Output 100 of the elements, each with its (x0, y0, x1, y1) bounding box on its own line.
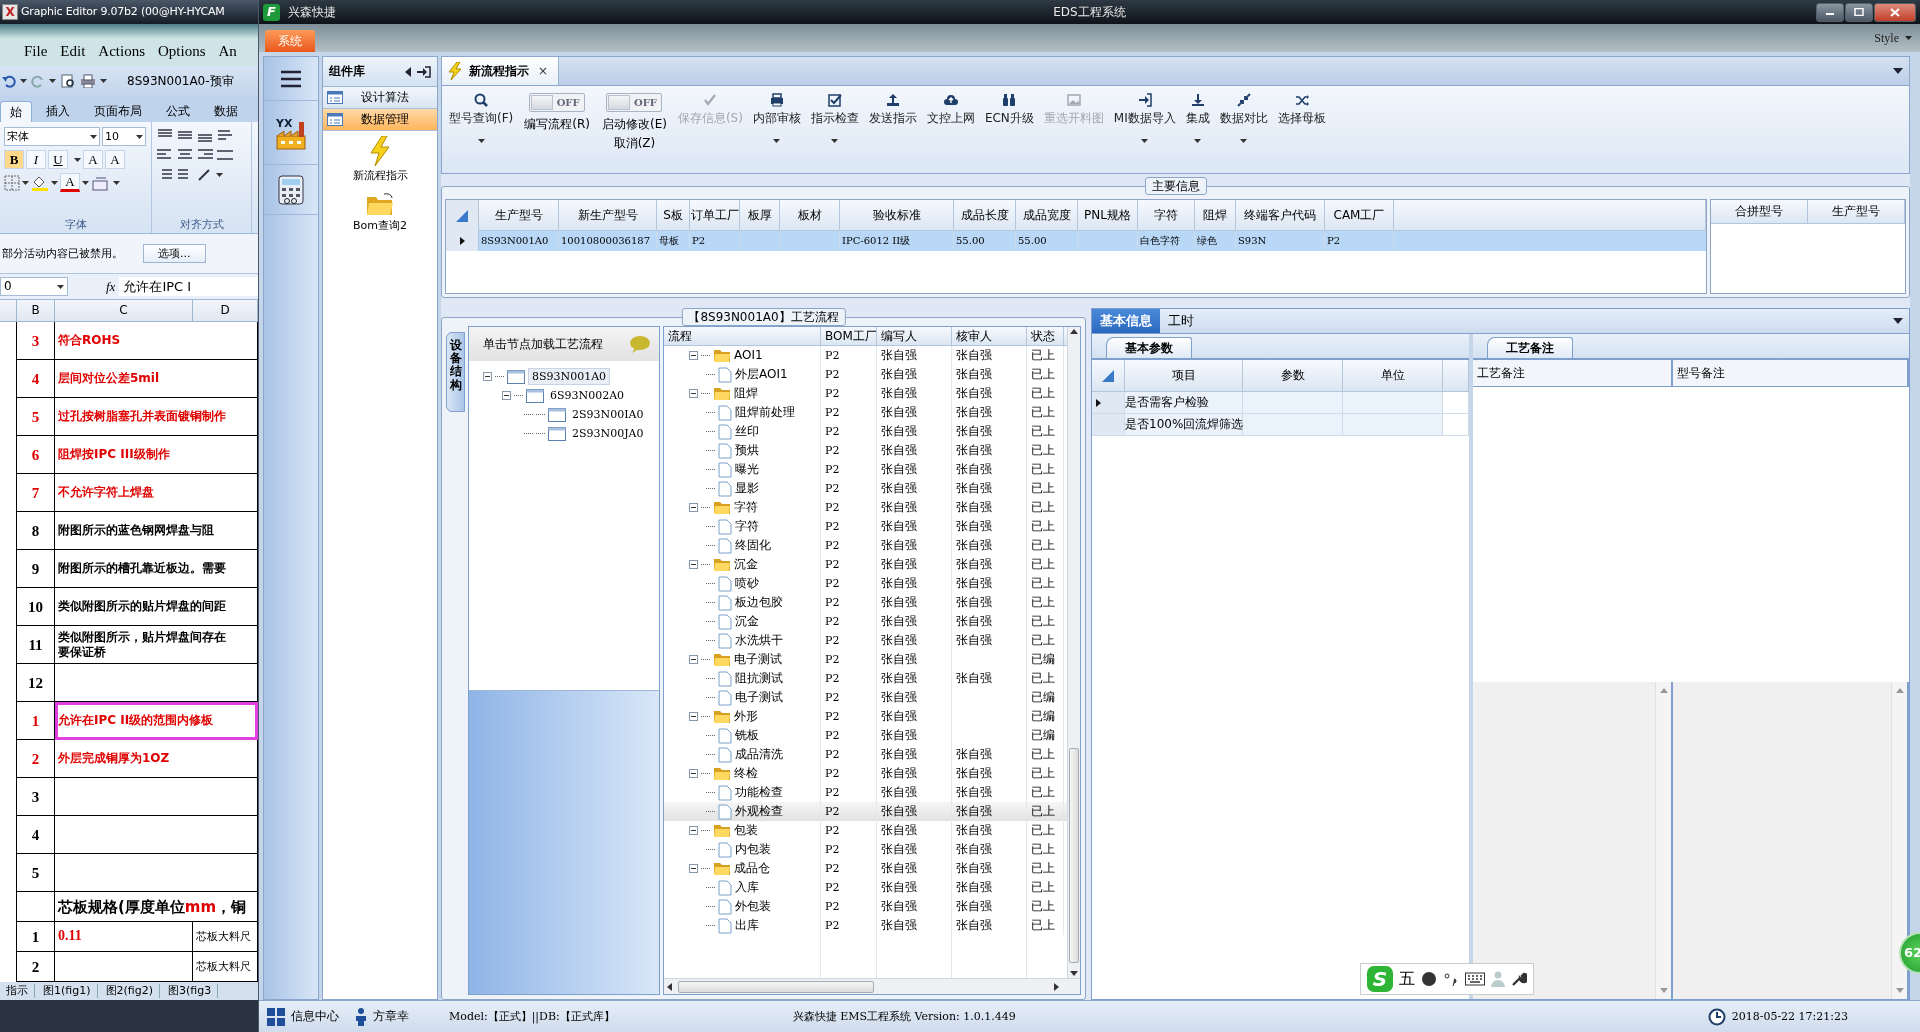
expand-toggle[interactable] (689, 351, 698, 360)
toolbar-button[interactable]: 集成 (1182, 91, 1213, 146)
table-row[interactable]: AOI1 P2 张自强 张自强 已上 (664, 346, 1067, 365)
fill-color-icon[interactable] (31, 174, 49, 191)
table-row[interactable]: 8S93N001A0 10010800036187 母板 P2 IPC-6012 II级 55.00 55.00 白色字符 绿色 S93N P2 (446, 231, 1706, 251)
expand-toggle[interactable] (689, 826, 698, 835)
windows-grid-icon[interactable] (267, 1007, 285, 1026)
category-item[interactable]: 设计算法 (323, 87, 437, 109)
vertical-scrollbar[interactable] (1891, 682, 1907, 999)
table-row[interactable]: 铣板 P2 张自强 已编 (664, 726, 1067, 745)
menu-item[interactable]: Edit (60, 42, 86, 60)
table-cell[interactable] (55, 778, 258, 816)
font-color-button[interactable]: A (60, 173, 80, 192)
table-row[interactable]: 出库 P2 张自强 张自强 已上 (664, 916, 1067, 935)
expand-toggle[interactable] (689, 389, 698, 398)
table-cell[interactable]: 不允许字符上焊盘 (55, 474, 258, 512)
wrench-icon[interactable] (1511, 971, 1527, 987)
table-row[interactable]: 外包装 P2 张自强 张自强 已上 (664, 897, 1067, 916)
table-row[interactable]: 终检 P2 张自强 张自强 已上 (664, 764, 1067, 783)
table-row[interactable]: 板边包胶 P2 张自强 张自强 已上 (664, 593, 1067, 612)
table-row[interactable]: 外形 P2 张自强 已编 (664, 707, 1067, 726)
table-row[interactable]: 包装 P2 张自强 张自强 已上 (664, 821, 1067, 840)
toolbar-button[interactable]: 文控上网 (923, 91, 978, 128)
table-row[interactable]: 外观检查 P2 张自强 张自强 已上 (664, 802, 1067, 821)
close-button[interactable] (1874, 2, 1916, 22)
expand-toggle[interactable] (689, 655, 698, 664)
table-cell[interactable] (55, 854, 258, 892)
bold-button[interactable]: B (4, 150, 24, 169)
table-row[interactable]: 字符 P2 张自强 张自强 已上 (664, 498, 1067, 517)
expand-toggle[interactable] (689, 769, 698, 778)
table-row[interactable]: 阻焊 P2 张自强 张自强 已上 (664, 384, 1067, 403)
vertical-scrollbar[interactable] (1067, 327, 1080, 978)
toolbar-button[interactable]: 发送指示 (865, 91, 920, 128)
table-row[interactable]: 沉金 P2 张自强 张自强 已上 (664, 555, 1067, 574)
toolbar-button[interactable]: 内部审核 (749, 91, 804, 146)
table-row[interactable]: 显影 P2 张自强 张自强 已上 (664, 479, 1067, 498)
toolbar-button[interactable]: ECN升级 (981, 91, 1037, 128)
style-menu[interactable]: Style (1874, 30, 1912, 46)
printer-icon[interactable] (80, 74, 96, 88)
toggle-switch[interactable]: OFF (529, 93, 586, 112)
status-text[interactable]: 信息中心 (291, 1009, 339, 1024)
toolbar-button[interactable]: 型号查询(F) (446, 91, 517, 146)
expand-toggle[interactable] (689, 560, 698, 569)
table-cell[interactable]: 层间对位公差5mil (55, 360, 258, 398)
tab[interactable]: 基本信息 (1092, 309, 1160, 333)
font-name-field[interactable]: 宋体 (4, 127, 100, 146)
tree-item[interactable]: 6S93N002A0 (547, 387, 628, 404)
table-row[interactable]: 曝光 P2 张自强 张自强 已上 (664, 460, 1067, 479)
merge-cells-icon[interactable] (216, 147, 234, 163)
component-item[interactable]: 新流程指示 (323, 131, 437, 188)
table-row[interactable]: 字符 P2 张自强 张自强 已上 (664, 517, 1067, 536)
italic-button[interactable]: I (26, 150, 46, 169)
table-cell[interactable] (55, 664, 258, 702)
full-width-icon[interactable] (1421, 971, 1437, 987)
table-row[interactable]: 阻抗测试 P2 张自强 张自强 已上 (664, 669, 1067, 688)
dropdown-icon[interactable] (1893, 318, 1903, 324)
tab[interactable]: 工艺备注 (1487, 336, 1573, 358)
vertical-scrollbar[interactable] (1655, 682, 1671, 999)
table-cell[interactable]: 外层完成铜厚为1OZ (55, 740, 258, 778)
tree-item[interactable]: 2S93N00JA0 (569, 425, 647, 442)
dock-button[interactable] (417, 65, 431, 78)
table-row[interactable]: 入库 P2 张自强 张自强 已上 (664, 878, 1067, 897)
borders-icon[interactable] (4, 174, 20, 191)
toolbar-button[interactable]: 数据对比 (1216, 91, 1271, 146)
sheet-tab[interactable]: 指示 (0, 984, 35, 998)
component-item[interactable]: Bom查询2 (323, 187, 437, 238)
options-button[interactable]: 选项... (143, 243, 206, 264)
menu-item[interactable]: An (218, 42, 237, 60)
toolbar-button[interactable]: 指示检查 (807, 91, 862, 146)
menu-item[interactable]: File (24, 42, 48, 60)
notes-field[interactable] (1473, 682, 1673, 999)
table-row[interactable]: 水洗烘干 P2 张自强 张自强 已上 (664, 631, 1067, 650)
table-cell[interactable]: 附图所示的槽孔靠近板边。需要 (55, 550, 258, 588)
table-row[interactable]: 预烘 P2 张自强 张自强 已上 (664, 441, 1067, 460)
undo-icon[interactable] (2, 74, 16, 88)
table-row[interactable]: 沉金 P2 张自强 张自强 已上 (664, 612, 1067, 631)
side-tab[interactable]: 设备结构 (446, 332, 465, 412)
expand-toggle[interactable] (689, 864, 698, 873)
table-cell[interactable]: 符合ROHS (55, 322, 258, 360)
table-row[interactable]: 终固化 P2 张自强 张自强 已上 (664, 536, 1067, 555)
table-row[interactable]: 外层AOI1 P2 张自强 张自强 已上 (664, 365, 1067, 384)
row-header[interactable] (1092, 392, 1125, 414)
name-box[interactable]: 0 (0, 277, 68, 296)
category-item[interactable]: 数据管理 (323, 109, 437, 131)
table-cell[interactable]: 过孔按树脂塞孔并表面镀铜制作 (55, 398, 258, 436)
maximize-button[interactable] (1845, 2, 1873, 22)
table-cell[interactable]: 阻焊按IPC III级制作 (55, 436, 258, 474)
keyboard-icon[interactable] (1465, 972, 1485, 986)
wrap-text-icon[interactable] (216, 127, 234, 143)
table-row[interactable]: 电子测试 P2 张自强 已编 (664, 650, 1067, 669)
shrink-font-button[interactable]: A (105, 150, 125, 169)
close-tab-button[interactable]: × (536, 63, 551, 79)
ribbon-tab[interactable]: 公式 (156, 99, 200, 122)
menu-item[interactable]: Actions (98, 42, 145, 60)
toolbar-button[interactable]: MI数据导入 (1110, 91, 1179, 146)
table-row[interactable]: 成品仓 P2 张自强 张自强 已上 (664, 859, 1067, 878)
tree-item[interactable]: 2S93N00IA0 (569, 406, 647, 423)
toolbar-button[interactable]: 选择母板 (1274, 91, 1329, 128)
formula-field[interactable]: 允许在IPC I (119, 277, 258, 296)
table-cell[interactable]: 类似附图所示，贴片焊盘间存在 要保证桥 (55, 626, 258, 664)
